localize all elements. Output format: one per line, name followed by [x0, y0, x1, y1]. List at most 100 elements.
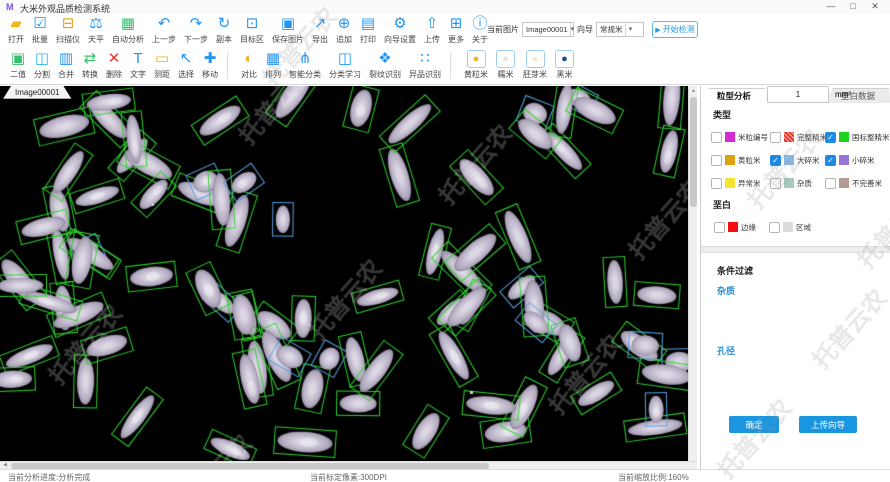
upload-wizard-button[interactable]: 上传向导	[799, 416, 857, 433]
checkbox-region[interactable]: ✓	[769, 222, 780, 233]
toolbar-item-auto-analysis[interactable]: ▦ 自动分析	[108, 14, 148, 46]
impurity-filter-title[interactable]: 杂质	[717, 284, 735, 297]
toolbar-item-label: 选择	[178, 69, 194, 80]
checkbox-small-broken[interactable]: ✓	[825, 155, 836, 166]
toolbar-item-black-rice[interactable]: ● 黑米	[551, 49, 578, 81]
checkbox-impurity[interactable]: ✓	[770, 178, 781, 189]
imperfect-rice-color-swatch	[839, 178, 849, 188]
toolbar-item-germ-rice[interactable]: ● 胚芽米	[519, 49, 551, 81]
toolbar-item-target-area[interactable]: ⊡ 目标区	[236, 14, 268, 46]
vertical-scrollbar[interactable]: ▲	[688, 86, 697, 461]
current-image-dropdown[interactable]: Image00001 ▾	[522, 22, 574, 37]
toolbar-item-more[interactable]: ⊞ 更多	[444, 14, 468, 46]
type-item-grain-number: ✓ 米粒编号	[711, 130, 770, 144]
check-icon: ✓	[771, 223, 778, 232]
toolbar-item-merge[interactable]: ▥ 合并	[54, 49, 78, 81]
toolbar-item-delete[interactable]: ✕ 删除	[102, 49, 126, 81]
chalky-item-edge: ✓ 边缘	[714, 220, 769, 234]
toolbar-item-select[interactable]: ↖ 选择	[174, 49, 198, 81]
horizontal-scrollbar[interactable]: ◀	[0, 461, 697, 469]
upload-icon: ⇧	[426, 15, 439, 33]
tab-grain-shape-analysis[interactable]: 粒型分析	[701, 88, 767, 103]
chevron-down-icon[interactable]: ▾	[625, 23, 636, 36]
toolbar-item-text[interactable]: T 文字	[126, 49, 150, 81]
toolbar-item-batch[interactable]: ☑ 批量	[28, 14, 52, 46]
type-item-large-broken: ✓ 大碎米	[770, 153, 825, 167]
toolbar-item-smart-classify[interactable]: ⋔ 智能分类	[285, 49, 325, 81]
toolbar-item-upload[interactable]: ⇧ 上传	[420, 14, 444, 46]
check-icon: ✓	[772, 133, 779, 142]
toolbar-item-next-step[interactable]: ↷ 下一步	[180, 14, 212, 46]
toolbar-item-foreign-recognition[interactable]: ∷ 异品识别	[405, 49, 445, 81]
type-item-small-broken: ✓ 小碎米	[825, 153, 889, 167]
append-icon: ⊕	[338, 15, 351, 33]
more-icon: ⊞	[450, 15, 463, 33]
scroll-left-icon[interactable]: ◀	[0, 462, 10, 469]
checkbox-edge[interactable]: ✓	[714, 222, 725, 233]
toolbar-item-classify-learning[interactable]: ◫ 分类学习	[325, 49, 365, 81]
image-tab[interactable]: Image00001	[3, 86, 71, 99]
toolbar-item-label: 上一步	[152, 34, 176, 45]
toolbar-item-crack-recognition[interactable]: ❖ 裂纹识别	[365, 49, 405, 81]
toolbar-item-label: 裂纹识别	[369, 69, 401, 80]
toolbar-item-balance[interactable]: ⚖ 天平	[84, 14, 108, 46]
panel-divider	[701, 246, 890, 253]
contrast-icon: ◐	[244, 50, 253, 68]
gb-head-rice-color-swatch	[839, 132, 849, 142]
scroll-up-icon[interactable]: ▲	[689, 86, 698, 96]
toolbar-item-label: 文字	[130, 69, 146, 80]
toolbar-item-print[interactable]: ▤ 打印	[356, 14, 380, 46]
aperture-filter-title[interactable]: 孔径	[717, 344, 735, 357]
checkbox-imperfect-rice[interactable]: ✓	[825, 178, 836, 189]
type-item-yellow-rice: ✓ 黄粒米	[711, 153, 770, 167]
chevron-down-icon[interactable]: ▾	[570, 23, 575, 36]
toolbar-item-binarize[interactable]: ▣ 二值	[6, 49, 30, 81]
toolbar-item-split[interactable]: ◫ 分割	[30, 49, 54, 81]
close-icon[interactable]: ✕	[864, 0, 886, 13]
minimize-icon[interactable]: —	[820, 0, 842, 13]
toolbar-item-duplicate[interactable]: ↻ 副本	[212, 14, 236, 46]
play-icon: ▶	[655, 26, 660, 34]
toolbar-item-label: 扫描仪	[56, 34, 80, 45]
toolbar-item-measure[interactable]: ▭ 测距	[150, 49, 174, 81]
toolbar-item-scanner[interactable]: ⊟ 扫描仪	[52, 14, 84, 46]
toolbar-item-move[interactable]: ✚ 移动	[198, 49, 222, 81]
type-item-gb-head-rice: ✓ 国标整精米	[825, 130, 889, 144]
toolbar-item-save-image[interactable]: ▣ 保存图片	[268, 14, 308, 46]
toolbar-item-prev-step[interactable]: ↶ 上一步	[148, 14, 180, 46]
checkbox-large-broken[interactable]: ✓	[770, 155, 781, 166]
toolbar-item-append[interactable]: ⊕ 追加	[332, 14, 356, 46]
select-icon: ↖	[180, 50, 193, 68]
confirm-button[interactable]: 确定	[729, 416, 779, 433]
toolbar-item-open[interactable]: ▰ 打开	[4, 14, 28, 46]
checkbox-abnormal-rice[interactable]: ✓	[711, 178, 722, 189]
filter-input-small-aperture[interactable]	[767, 86, 829, 103]
wizard-dropdown[interactable]: 常规米 ▾	[596, 22, 644, 37]
toolbar-item-label: 对比	[241, 69, 257, 80]
checkbox-yellow-rice[interactable]: ✓	[711, 155, 722, 166]
checkbox-intact-head-rice[interactable]: ✓	[770, 132, 781, 143]
start-detection-button[interactable]: ▶ 开始检测	[652, 21, 698, 38]
check-icon: ✓	[716, 223, 723, 232]
main-toolbar-items: ▰ 打开 ☑ 批量 ⊟ 扫描仪 ⚖ 天平 ▦ 自动分析 ↶ 上一步 ↷ 下一步 …	[0, 14, 890, 46]
toolbar-item-yellow-rice[interactable]: ● 黄粒米	[460, 49, 492, 81]
region-color-swatch	[783, 222, 793, 232]
analysis-image-canvas[interactable]	[0, 86, 697, 461]
prev-step-icon: ↶	[158, 15, 171, 33]
vertical-scrollbar-thumb[interactable]	[690, 97, 697, 207]
type-item-intact-head-rice: ✓ 完整精米	[770, 130, 825, 144]
toolbar-item-contrast[interactable]: ◐ 对比	[237, 49, 261, 81]
checkbox-grain-number[interactable]: ✓	[711, 132, 722, 143]
toolbar-item-label: 上传	[424, 34, 440, 45]
toolbar-item-label: 自动分析	[112, 34, 144, 45]
status-zoom: 当前缩放比例:160%	[618, 472, 689, 482]
maximize-icon[interactable]: □	[842, 0, 864, 13]
toolbar-item-arrange[interactable]: ▦ 排列	[261, 49, 285, 81]
toolbar-item-glutinous-rice[interactable]: ● 糯米	[492, 49, 519, 81]
toolbar-item-export[interactable]: ↗ 导出	[308, 14, 332, 46]
toolbar-item-convert[interactable]: ⇄ 转换	[78, 49, 102, 81]
checkbox-gb-head-rice[interactable]: ✓	[825, 132, 836, 143]
chalky-section-title: 垩白	[713, 198, 731, 211]
toolbar-item-wizard-settings[interactable]: ⚙ 向导设置	[380, 14, 420, 46]
edge-color-swatch	[728, 222, 738, 232]
